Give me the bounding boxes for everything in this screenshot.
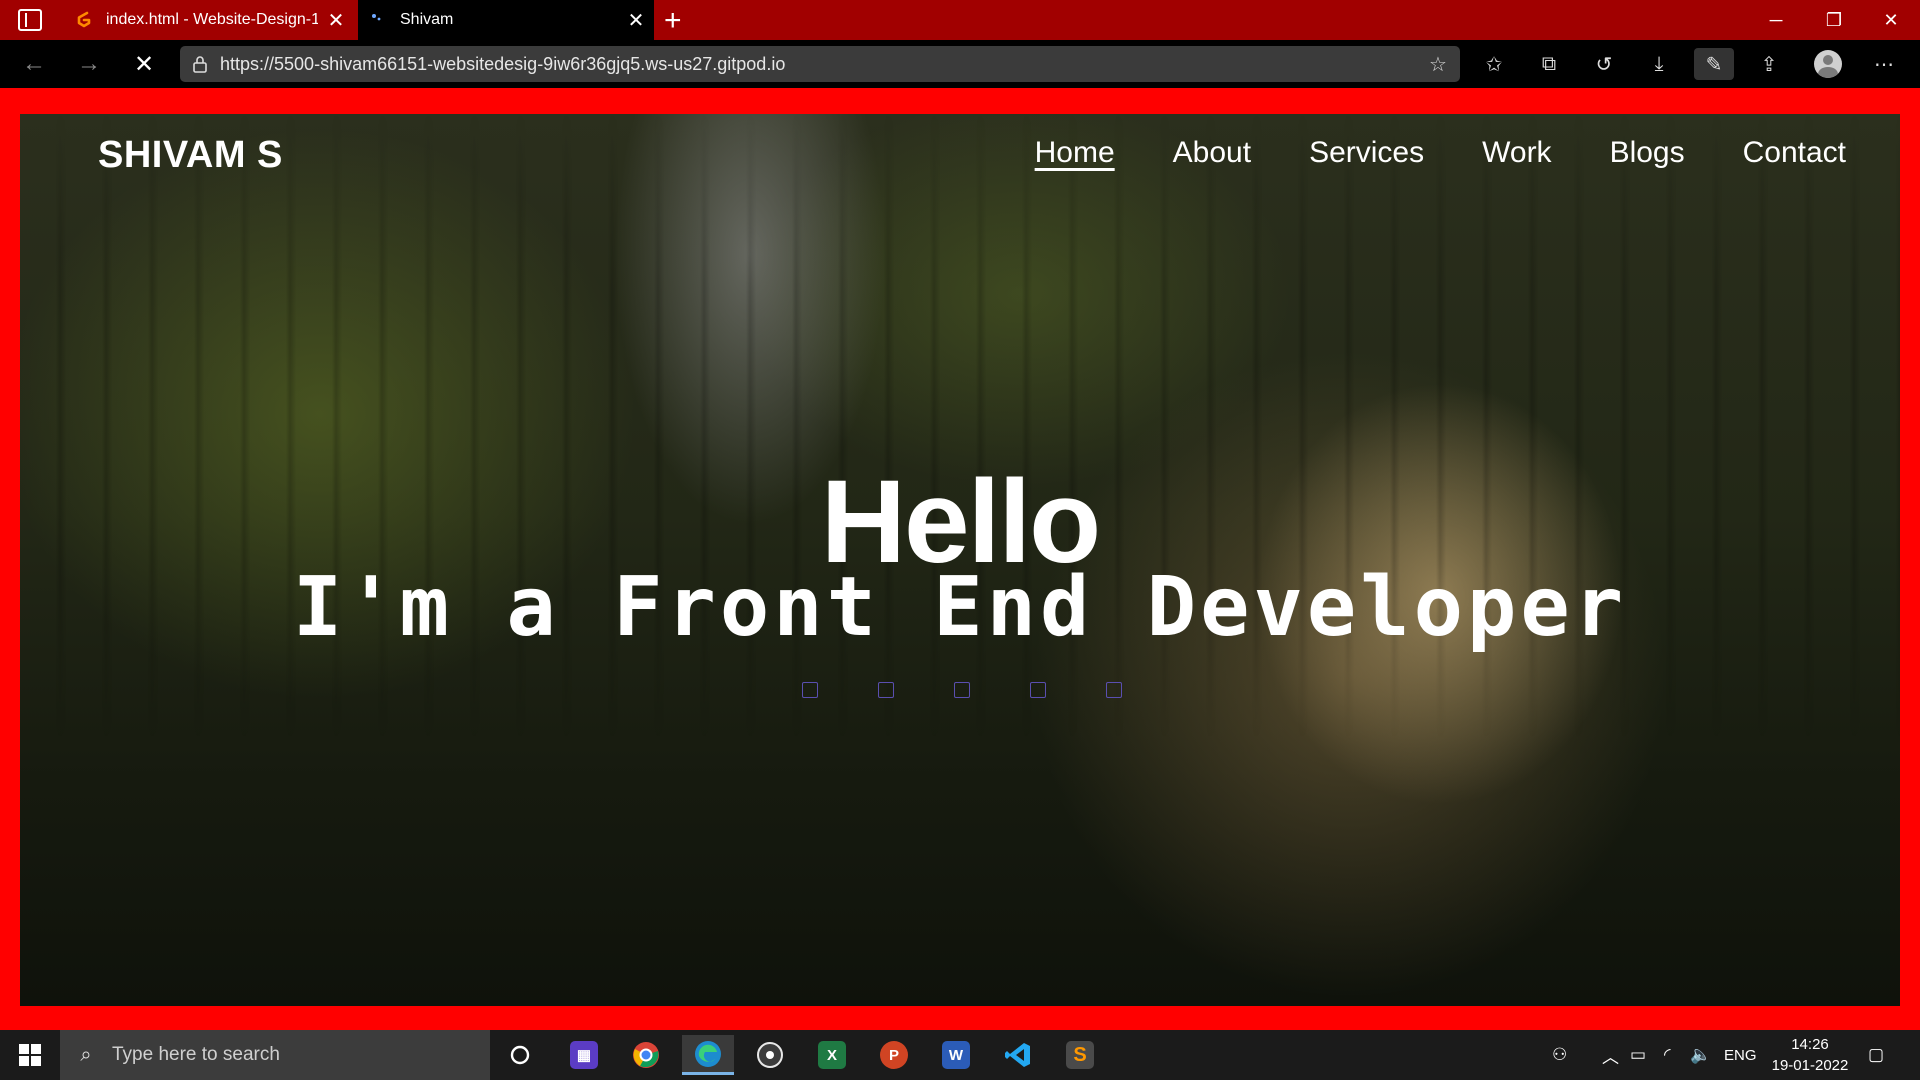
- wifi-icon[interactable]: ◜: [1664, 1030, 1671, 1080]
- url-text: https://5500-shivam66151-websitedesig-9i…: [220, 53, 786, 74]
- favorites-icon[interactable]: ✩: [1474, 48, 1514, 80]
- battery-icon[interactable]: ▭: [1630, 1030, 1646, 1080]
- tab-actions-menu-icon[interactable]: [18, 9, 42, 31]
- social-icon-2[interactable]: [878, 682, 894, 698]
- browser-toolbar: ← → ✕ https://5500-shivam66151-websitede…: [0, 40, 1920, 88]
- nav-blogs[interactable]: Blogs: [1610, 136, 1685, 170]
- windows-start-icon[interactable]: [0, 1030, 60, 1080]
- downloads-icon[interactable]: ⤓: [1639, 48, 1679, 80]
- language-indicator[interactable]: ENG: [1724, 1030, 1757, 1080]
- profile-avatar[interactable]: [1814, 50, 1842, 78]
- sublime-text-icon[interactable]: S: [1054, 1035, 1106, 1075]
- main-nav: Home About Services Work Blogs Contact: [1035, 136, 1846, 170]
- lock-icon[interactable]: [180, 55, 220, 73]
- tab-index-html[interactable]: index.html - Website-Design-1 - ✕: [64, 0, 354, 40]
- tab-close-icon[interactable]: ✕: [618, 8, 654, 33]
- stop-loading-icon[interactable]: ✕: [126, 48, 162, 80]
- social-icon-4[interactable]: [1030, 682, 1046, 698]
- nav-contact[interactable]: Contact: [1743, 136, 1846, 170]
- new-tab-icon[interactable]: +: [664, 4, 682, 38]
- cortana-icon[interactable]: [494, 1035, 546, 1075]
- address-bar[interactable]: https://5500-shivam66151-websitedesig-9i…: [180, 46, 1460, 82]
- clock-date: 19-01-2022: [1771, 1057, 1849, 1074]
- nav-about[interactable]: About: [1173, 136, 1251, 170]
- vscode-icon[interactable]: [992, 1035, 1044, 1075]
- social-icon-5[interactable]: [1106, 682, 1122, 698]
- add-favorite-icon[interactable]: ☆: [1416, 52, 1460, 77]
- hero-subtitle: I'm a Front End Developer: [292, 560, 1628, 655]
- word-icon[interactable]: W: [930, 1035, 982, 1075]
- search-icon: ⌕: [80, 1043, 92, 1066]
- page-viewport: SHIVAM S Home About Services Work Blogs …: [0, 88, 1920, 1030]
- restore-icon[interactable]: ❐: [1805, 0, 1863, 40]
- web-capture-icon[interactable]: ✎: [1694, 48, 1734, 80]
- collections-icon[interactable]: ⧉: [1529, 48, 1569, 80]
- excel-icon[interactable]: X: [806, 1035, 858, 1075]
- windows-taskbar: ⌕ Type here to search ▦ X P W S ⚇ ︿ ▭ ◜ …: [0, 1030, 1920, 1080]
- more-options-icon[interactable]: ⋯: [1864, 48, 1904, 80]
- nav-work[interactable]: Work: [1482, 136, 1551, 170]
- show-hidden-icons-icon[interactable]: ︿: [1602, 1030, 1619, 1080]
- powerpoint-icon[interactable]: P: [868, 1035, 920, 1075]
- notifications-icon[interactable]: ▢: [1868, 1030, 1884, 1080]
- minimize-icon[interactable]: ─: [1747, 0, 1805, 40]
- browser-tab-strip: index.html - Website-Design-1 - ✕ Shivam…: [0, 0, 1920, 40]
- people-icon[interactable]: ⚇: [1552, 1030, 1567, 1080]
- nav-services[interactable]: Services: [1309, 136, 1424, 170]
- social-icon-3[interactable]: [954, 682, 970, 698]
- share-icon[interactable]: ⇪: [1749, 48, 1789, 80]
- system-clock[interactable]: 14:26 19-01-2022: [1768, 1034, 1852, 1076]
- tab-shivam[interactable]: Shivam ✕: [358, 0, 654, 40]
- site-logo[interactable]: SHIVAM S: [98, 134, 283, 177]
- search-placeholder: Type here to search: [112, 1044, 280, 1065]
- taskbar-search-input[interactable]: ⌕ Type here to search: [60, 1030, 490, 1080]
- social-icon-1[interactable]: [802, 682, 818, 698]
- chrome-icon[interactable]: [620, 1035, 672, 1075]
- history-icon[interactable]: ↺: [1584, 48, 1624, 80]
- hero-section: SHIVAM S Home About Services Work Blogs …: [20, 114, 1900, 1006]
- back-icon[interactable]: ←: [16, 48, 52, 80]
- tab-title: index.html - Website-Design-1 -: [106, 11, 318, 28]
- volume-icon[interactable]: 🔈: [1690, 1030, 1711, 1080]
- close-window-icon[interactable]: ✕: [1862, 0, 1920, 40]
- gitpod-favicon-icon: [74, 10, 94, 30]
- clock-time: 14:26: [1791, 1036, 1829, 1053]
- edge-icon[interactable]: [682, 1035, 734, 1075]
- forward-icon[interactable]: →: [71, 48, 107, 80]
- social-links: [802, 682, 1122, 698]
- task-view-app-icon[interactable]: ▦: [558, 1035, 610, 1075]
- loading-favicon-icon: [368, 10, 388, 30]
- tab-title: Shivam: [400, 11, 454, 28]
- nav-home[interactable]: Home: [1035, 136, 1115, 170]
- tab-close-icon[interactable]: ✕: [318, 8, 354, 33]
- obs-icon[interactable]: [744, 1035, 796, 1075]
